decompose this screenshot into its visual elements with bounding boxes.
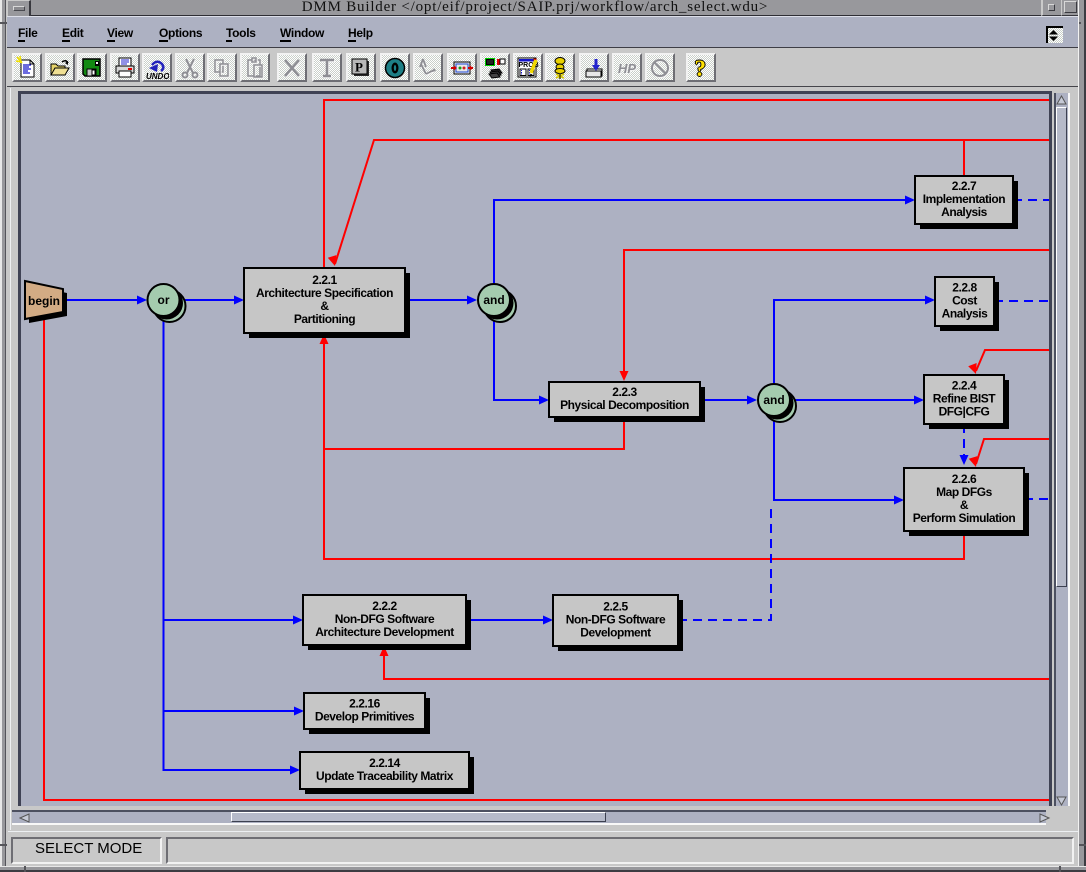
svg-text:P: P [355,60,363,75]
svg-text:2.2.6: 2.2.6 [952,472,977,486]
svg-text:and: and [483,293,504,307]
svg-text:&: & [960,498,969,512]
svg-text:2.2.5: 2.2.5 [603,600,628,614]
svg-text:or: or [158,293,170,307]
svg-text:UNDO: UNDO [146,72,169,80]
svg-text:Non-DFG Software: Non-DFG Software [566,613,666,627]
svg-text:and: and [763,393,784,407]
svg-text:begin: begin [28,294,60,308]
svg-text:2.2.2: 2.2.2 [372,599,397,613]
svg-text:Development: Development [580,626,651,640]
svg-text:2.2.4: 2.2.4 [952,379,977,393]
svg-text:Physical Decomposition: Physical Decomposition [560,398,689,412]
svg-text:Update Traceability Matrix: Update Traceability Matrix [316,769,454,783]
svg-text:Architecture Specification: Architecture Specification [256,286,393,300]
svg-text:Map DFGs: Map DFGs [936,485,993,499]
svg-text:Perform Simulation: Perform Simulation [913,511,1016,525]
svg-text:DFG|CFG: DFG|CFG [939,405,990,419]
svg-text:Develop Primitives: Develop Primitives [315,710,415,724]
svg-text:&: & [320,299,329,313]
svg-text:Non-DFG Software: Non-DFG Software [335,612,435,626]
svg-text:Refine BIST: Refine BIST [933,392,997,406]
svg-text:Cost: Cost [952,294,977,308]
svg-text:Analysis: Analysis [942,307,989,321]
svg-text:2.2.3: 2.2.3 [612,385,637,399]
svg-text:2.2.7: 2.2.7 [952,179,977,193]
svg-text:HP: HP [618,61,636,76]
svg-text:?: ? [695,56,707,80]
svg-text:Partitioning: Partitioning [294,312,355,326]
svg-text:2.2.8: 2.2.8 [952,281,977,295]
svg-text:Architecture Development: Architecture Development [315,625,454,639]
svg-text:2.2.14: 2.2.14 [369,756,400,770]
svg-text:2.2.1: 2.2.1 [312,273,337,287]
svg-text:Analysis: Analysis [941,205,988,219]
svg-text:Implementation: Implementation [923,192,1005,206]
svg-text:2.2.16: 2.2.16 [349,697,380,711]
